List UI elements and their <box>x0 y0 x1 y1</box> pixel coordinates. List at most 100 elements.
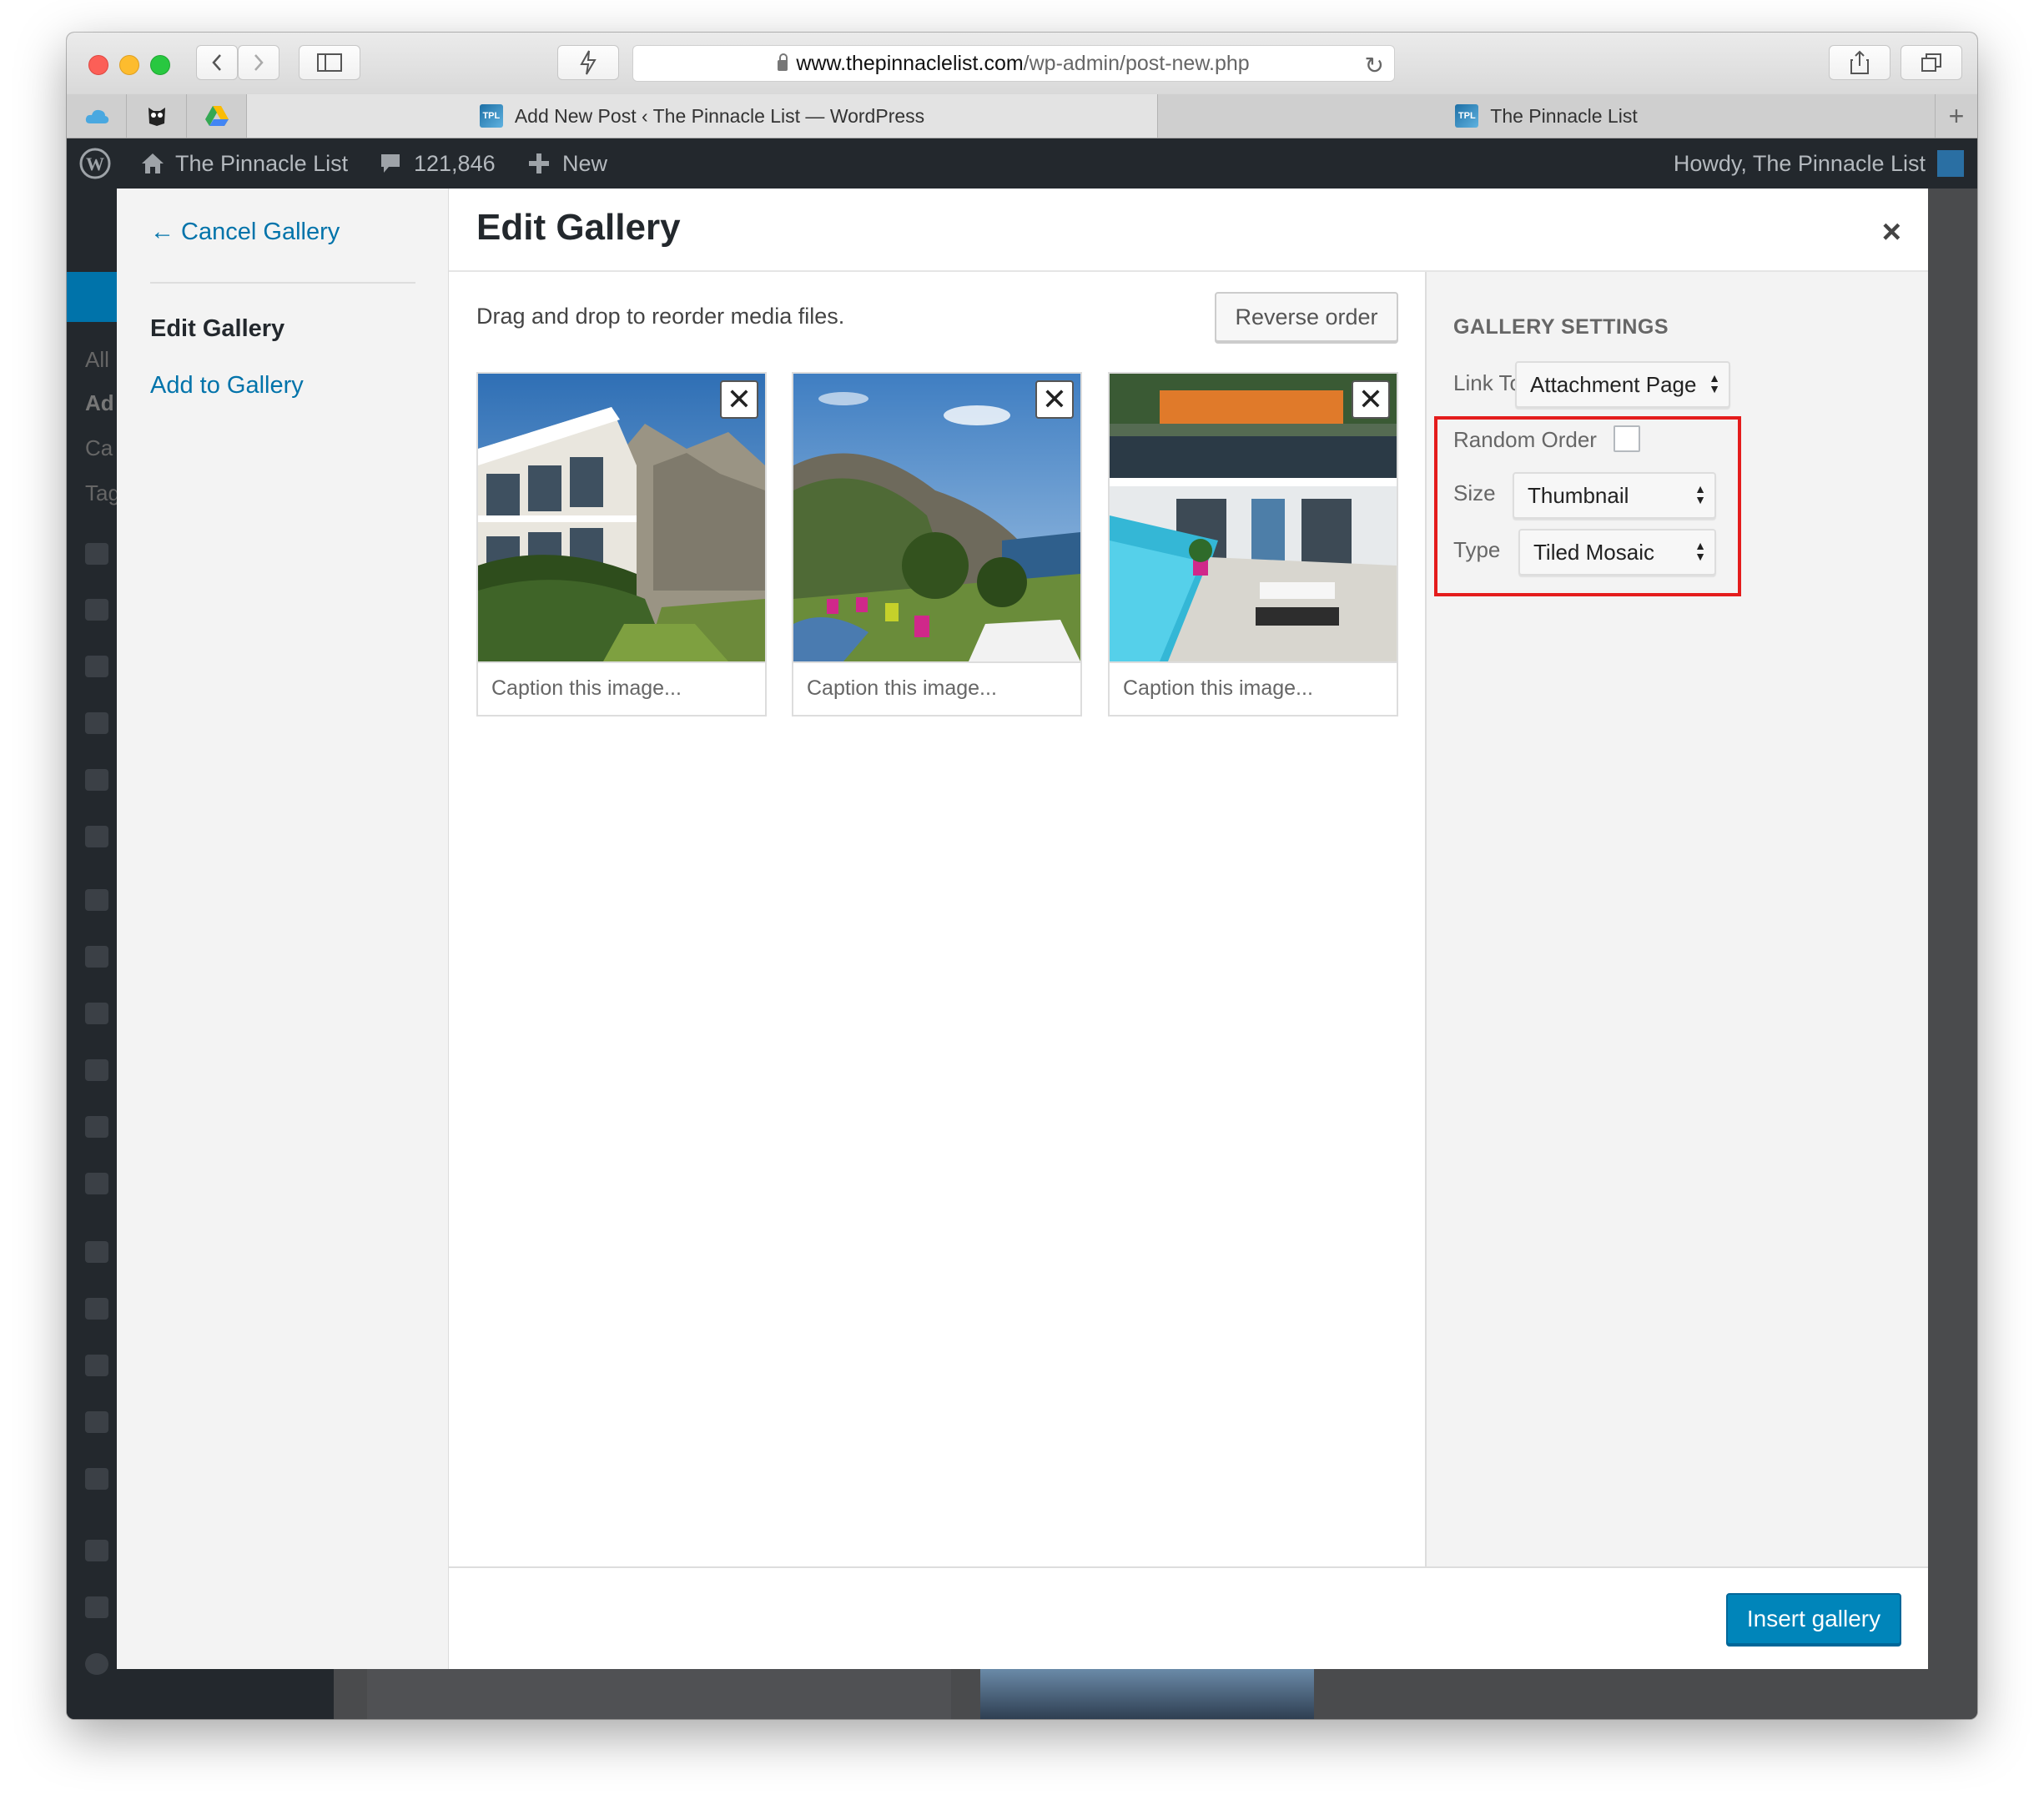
reader-button[interactable] <box>557 45 619 80</box>
tabs-overview-button[interactable] <box>1901 45 1962 80</box>
gallery-attachment[interactable]: ✕ Caption this image... <box>476 372 767 716</box>
admin-bar-new[interactable]: New <box>527 138 607 189</box>
link-to-label: Link To <box>1453 370 1522 395</box>
feedback-icon <box>85 769 108 791</box>
url-host: www.thepinnaclelist.com <box>796 51 1024 75</box>
site-favicon-icon: TPL <box>1455 104 1479 128</box>
reload-icon[interactable]: ↻ <box>1365 52 1384 79</box>
pinned-tab-cloud[interactable] <box>67 94 127 138</box>
bg-menu-item: Ad <box>85 390 114 415</box>
close-window-button[interactable] <box>88 55 108 75</box>
select-arrows-icon: ▲ ▼ <box>1709 371 1720 395</box>
gallery-attachment[interactable]: ✕ Caption this image... <box>792 372 1082 716</box>
collapse-icon <box>85 1653 108 1675</box>
wordpress-logo-icon[interactable]: W <box>78 138 112 189</box>
lock-icon <box>778 53 788 71</box>
plugins-icon <box>85 1298 108 1320</box>
gallery-content: Drag and drop to reorder media files. Re… <box>449 272 1425 1566</box>
caption-input[interactable]: Caption this image... <box>478 661 765 715</box>
bolt-icon <box>580 50 597 75</box>
zoom-window-button[interactable] <box>150 55 170 75</box>
type-label: Type <box>1453 537 1501 562</box>
tools-icon <box>85 1411 108 1433</box>
reverse-order-button[interactable]: Reverse order <box>1215 292 1398 342</box>
background-editor-strip <box>367 1669 951 1719</box>
portfolio-icon <box>85 826 108 847</box>
link-to-value: Attachment Page <box>1530 371 1697 397</box>
close-icon[interactable]: × <box>1882 214 1901 251</box>
remove-image-button[interactable]: ✕ <box>720 380 758 419</box>
admin-bar-site[interactable]: The Pinnacle List <box>140 138 348 189</box>
menu-posts-highlight <box>67 272 117 322</box>
random-order-checkbox[interactable] <box>1614 425 1640 452</box>
comments-icon <box>85 712 108 734</box>
admin-bar-account[interactable]: Howdy, The Pinnacle List <box>1674 138 1964 189</box>
admin-bar-comments[interactable]: 121,846 <box>379 138 496 189</box>
pinned-tab-owl[interactable] <box>127 94 187 138</box>
back-button[interactable] <box>196 45 238 80</box>
cancel-gallery-link[interactable]: ← Cancel Gallery <box>150 219 340 246</box>
remove-image-button[interactable]: ✕ <box>1352 380 1390 419</box>
background-featured-image <box>980 1669 1314 1719</box>
calendar-icon <box>85 1059 108 1081</box>
size-value: Thumbnail <box>1528 482 1629 508</box>
admin-bar-site-name: The Pinnacle List <box>175 150 349 176</box>
link-to-select[interactable]: Attachment Page ▲ ▼ <box>1515 361 1730 408</box>
new-tab-button[interactable]: + <box>1936 94 1977 138</box>
media-frame-toolbar: Insert gallery <box>449 1566 1928 1669</box>
insert-gallery-button[interactable]: Insert gallery <box>1726 1593 1901 1645</box>
url-path: /wp-admin/post-new.php <box>1023 51 1250 75</box>
edit-gallery-modal: ← Cancel Gallery Edit Gallery Add to Gal… <box>117 189 1928 1669</box>
minimize-window-button[interactable] <box>119 55 139 75</box>
bg-menu-item: Tag <box>85 480 120 505</box>
tab-bar: TPL Add New Post ‹ The Pinnacle List — W… <box>67 94 1977 138</box>
random-order-label: Random Order <box>1453 427 1597 452</box>
gallery-attachment[interactable]: ✕ Caption this image... <box>1108 372 1398 716</box>
forward-button[interactable] <box>238 45 279 80</box>
size-select[interactable]: Thumbnail ▲ ▼ <box>1513 472 1716 519</box>
tab-add-new-post[interactable]: TPL Add New Post ‹ The Pinnacle List — W… <box>247 94 1158 138</box>
links-icon <box>85 599 108 621</box>
tab-the-pinnacle-list[interactable]: TPL The Pinnacle List <box>1158 94 1936 138</box>
menu-item-add-to-gallery[interactable]: Add to Gallery <box>150 372 304 400</box>
settings-icon <box>85 1468 108 1490</box>
share-button[interactable] <box>1829 45 1890 80</box>
page-title: Edit Gallery <box>476 207 681 248</box>
howdy-text: Howdy, The Pinnacle List <box>1673 150 1926 176</box>
select-arrows-icon: ▲ ▼ <box>1694 539 1706 563</box>
address-bar[interactable]: www.thepinnaclelist.com/wp-admin/post-ne… <box>632 45 1395 82</box>
menu-item-edit-gallery[interactable]: Edit Gallery <box>150 315 284 343</box>
site-favicon-icon: TPL <box>479 104 503 128</box>
browser-toolbar: www.thepinnaclelist.com/wp-admin/post-ne… <box>67 33 1977 95</box>
chevron-left-icon <box>212 54 221 71</box>
type-select[interactable]: Tiled Mosaic ▲ ▼ <box>1518 529 1716 576</box>
svg-text:W: W <box>86 153 104 174</box>
caption-input[interactable]: Caption this image... <box>793 661 1080 715</box>
caption-input[interactable]: Caption this image... <box>1110 661 1397 715</box>
code-icon <box>85 1540 108 1561</box>
users-icon <box>85 1355 108 1376</box>
plus-icon <box>529 153 549 173</box>
gallery-settings-heading: GALLERY SETTINGS <box>1453 315 1669 339</box>
remove-image-button[interactable]: ✕ <box>1035 380 1074 419</box>
wp-admin-bar: W The Pinnacle List 121,846 New Howdy, T… <box>67 138 1977 189</box>
pinned-tab-drive[interactable] <box>187 94 247 138</box>
sidebar-toggle-button[interactable] <box>299 45 360 80</box>
cloud-icon <box>85 109 108 123</box>
drop-icon <box>85 1596 108 1618</box>
comment-bubble-icon <box>381 154 400 173</box>
media-frame-menu: ← Cancel Gallery Edit Gallery Add to Gal… <box>117 189 449 1669</box>
gallery-settings-sidebar: GALLERY SETTINGS Link To Attachment Page… <box>1425 272 1928 1566</box>
calendar-icon <box>85 889 108 911</box>
media-icon <box>85 543 108 565</box>
type-value: Tiled Mosaic <box>1533 539 1654 565</box>
owl-icon <box>148 108 165 126</box>
share-icon <box>1850 50 1869 74</box>
frame-title-bar: Edit Gallery × <box>449 189 1928 272</box>
bg-menu-item: Ca <box>85 435 113 460</box>
calendar-icon <box>85 946 108 968</box>
tabs-icon <box>1921 53 1941 72</box>
comments-count: 121,846 <box>414 150 496 176</box>
select-arrows-icon: ▲ ▼ <box>1694 482 1706 506</box>
sidebar-icon <box>317 53 342 72</box>
